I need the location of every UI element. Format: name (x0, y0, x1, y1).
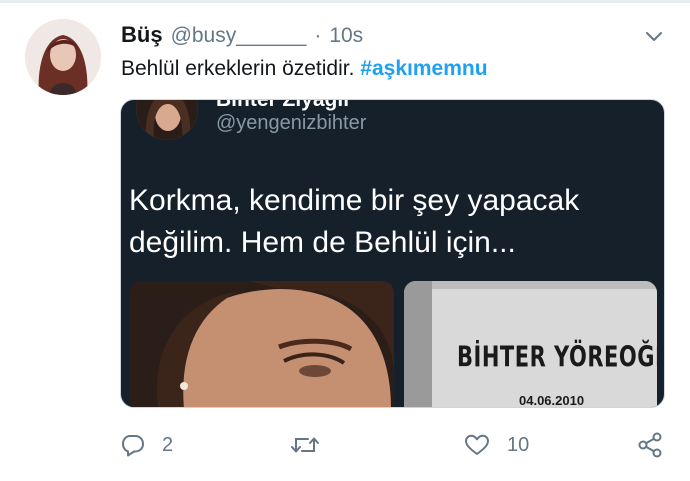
retweet-button[interactable] (290, 428, 336, 462)
divider (0, 0, 690, 3)
avatar-photo (25, 19, 101, 95)
avatar[interactable] (25, 19, 101, 95)
more-options-button[interactable] (640, 24, 668, 48)
reply-icon (122, 435, 144, 457)
gravestone-date: 04.06.2010 (519, 393, 585, 408)
user-handle[interactable]: @busy______ (171, 24, 307, 48)
reply-button[interactable]: 2 (120, 428, 173, 462)
embedded-handle: @yengenizbihter (216, 112, 367, 134)
embedded-display-name: Bihter Ziyagil (216, 99, 350, 111)
share-icon (638, 432, 662, 458)
tweet[interactable]: Büş @busy______ · 10s Behlül erkeklerin … (0, 0, 690, 481)
actress-photo (129, 281, 394, 407)
reply-count: 2 (162, 433, 174, 456)
tweet-media[interactable]: Bihter Ziyagil @yengenizbihter Korkma, k… (120, 99, 665, 408)
like-button[interactable]: 10 (463, 428, 529, 462)
tweet-body: Behlül erkeklerin özetidir. (121, 57, 355, 80)
display-name[interactable]: Büş (121, 22, 163, 48)
embedded-avatar-photo (136, 100, 198, 140)
gravestone-inscription: BİHTER YÖREOĞL (457, 341, 657, 374)
hashtag-link[interactable]: #aşkımemnu (360, 57, 487, 80)
like-count: 10 (507, 433, 530, 456)
chevron-down-icon (646, 32, 662, 41)
separator-dot: · (314, 24, 322, 47)
share-button[interactable] (636, 428, 664, 462)
timestamp[interactable]: 10s (329, 24, 363, 48)
embedded-tweet-text: Korkma, kendime bir şey yapacak değilim.… (129, 184, 580, 259)
tweet-actions: 2 10 (0, 420, 690, 470)
face-image (129, 281, 394, 407)
retweet-icon (291, 437, 319, 453)
embedded-avatar (136, 100, 198, 140)
tweet-header: Büş @busy______ · 10s (121, 22, 363, 50)
heart-icon (465, 434, 489, 455)
gravestone-photo: BİHTER YÖREOĞL 04.06.2010 (404, 281, 657, 408)
tweet-text: Behlül erkeklerin özetidir. #aşkımemnu (121, 57, 488, 81)
